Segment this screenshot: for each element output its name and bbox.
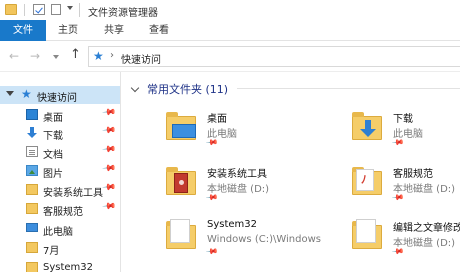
navigation-pane: ★ 快速访问 桌面 📌 下载 📌 文档 📌 图片 📌 安装系统工具 📌 客服规范… xyxy=(0,72,121,272)
folder-name: 下载 xyxy=(393,114,413,125)
section-title[interactable]: 常用文件夹 (11) xyxy=(147,81,228,97)
sidebar-item-desktop[interactable]: 桌面 📌 xyxy=(0,106,120,124)
desktop-screen-icon xyxy=(172,124,196,138)
document-page-icon xyxy=(170,219,190,243)
pdf-folder-icon: ﾉ xyxy=(346,161,386,199)
collapse-chevron-icon[interactable] xyxy=(130,83,140,93)
quick-access-star-icon: ★ xyxy=(21,87,32,101)
folder-tile-article-edits[interactable]: 编辑之文章修改 本地磁盘 (D:) 📌 xyxy=(346,215,460,267)
tab-view[interactable]: 查看 xyxy=(144,20,174,41)
new-folder-icon[interactable] xyxy=(51,4,61,15)
tab-home[interactable]: 主页 xyxy=(53,20,83,41)
sidebar-item-documents[interactable]: 文档 📌 xyxy=(0,143,120,161)
folder-tile-downloads[interactable]: 下载 此电脑 📌 xyxy=(346,106,460,158)
folder-location: 本地磁盘 (D:) xyxy=(393,184,456,195)
window-title: 文件资源管理器 xyxy=(88,8,158,19)
pin-icon[interactable]: 📌 xyxy=(101,200,116,215)
folder-location: 本地磁盘 (D:) xyxy=(207,184,270,195)
divider xyxy=(24,4,25,16)
red-package-folder-icon xyxy=(160,161,200,199)
folder-icon xyxy=(26,262,38,272)
folder-icon xyxy=(5,4,17,15)
folder-name: System32 xyxy=(207,219,258,230)
sidebar-item-label: 快速访问 xyxy=(37,93,77,104)
folder-icon xyxy=(26,184,38,195)
expand-caret-icon[interactable] xyxy=(6,91,14,96)
sidebar-item-pictures[interactable]: 图片 📌 xyxy=(0,162,120,180)
download-arrow-icon xyxy=(365,120,371,129)
folder-icon xyxy=(346,215,386,253)
sidebar-item-label: 此电脑 xyxy=(43,227,73,238)
up-arrow-icon[interactable]: ↑ xyxy=(70,48,81,62)
download-arrow-head xyxy=(360,129,376,137)
pdf-document-icon: ﾉ xyxy=(356,169,374,191)
pc-icon xyxy=(26,223,38,232)
navigation-bar: ← → ↑ ★ › 快速访问 xyxy=(0,41,460,72)
tab-file[interactable]: 文件 xyxy=(0,20,46,41)
tab-share[interactable]: 共享 xyxy=(99,20,129,41)
pin-icon[interactable]: 📌 xyxy=(101,143,116,158)
customize-toolbar-dropdown-icon[interactable] xyxy=(67,6,73,10)
sidebar-item-install-tools[interactable]: 安装系统工具 📌 xyxy=(0,181,120,199)
sidebar-item-label: 桌面 xyxy=(43,113,63,124)
pin-icon[interactable]: 📌 xyxy=(101,106,116,121)
sidebar-item-july[interactable]: 7月 xyxy=(0,239,120,257)
divider xyxy=(79,3,80,17)
forward-arrow-icon[interactable]: → xyxy=(30,49,40,63)
ribbon-tabs: 文件 主页 共享 查看 xyxy=(0,20,460,41)
package-icon xyxy=(174,173,188,193)
download-icon xyxy=(26,127,38,138)
sidebar-item-label: 客服规范 xyxy=(43,207,83,218)
folder-tile-system32[interactable]: System32 Windows (C:)\Windows 📌 xyxy=(160,215,321,267)
sidebar-item-label: 下载 xyxy=(43,131,63,142)
sidebar-item-label: 文档 xyxy=(43,150,63,161)
content-pane: 常用文件夹 (11) 桌面 此电脑 📌 下载 此电脑 📌 安装系统工具 本地磁盘… xyxy=(122,72,460,272)
sidebar-item-system32[interactable]: System32 xyxy=(0,259,120,272)
sidebar-item-service-rules[interactable]: 客服规范 📌 xyxy=(0,200,120,218)
folder-tile-service-rules[interactable]: ﾉ 客服规范 本地磁盘 (D:) 📌 xyxy=(346,161,460,213)
sidebar-item-label: 7月 xyxy=(43,246,60,257)
folder-tile-desktop[interactable]: 桌面 此电脑 📌 xyxy=(160,106,320,158)
sidebar-item-label: System32 xyxy=(43,262,94,272)
document-icon xyxy=(26,146,38,157)
pin-icon[interactable]: 📌 xyxy=(101,162,116,177)
properties-check-icon[interactable] xyxy=(33,4,45,15)
sidebar-item-label: 安装系统工具 xyxy=(43,188,103,199)
folder-tile-install-tools[interactable]: 安装系统工具 本地磁盘 (D:) 📌 xyxy=(160,161,320,213)
folder-icon xyxy=(160,215,200,253)
title-bar: 文件资源管理器 xyxy=(0,0,460,20)
sidebar-item-label: 图片 xyxy=(43,169,63,180)
desktop-folder-icon xyxy=(160,106,200,144)
download-folder-icon xyxy=(346,106,386,144)
folder-name: 编辑之文章修改 xyxy=(393,223,460,234)
sidebar-item-downloads[interactable]: 下载 📌 xyxy=(0,124,120,142)
sidebar-item-this-pc[interactable]: 此电脑 xyxy=(0,220,120,238)
quick-access-star-icon: ★ xyxy=(93,49,104,63)
folder-icon xyxy=(26,203,38,214)
folder-location: 本地磁盘 (D:) xyxy=(393,238,456,249)
desktop-icon xyxy=(26,109,38,120)
back-arrow-icon[interactable]: ← xyxy=(9,49,19,63)
folder-location: Windows (C:)\Windows xyxy=(207,234,321,245)
sidebar-item-quick-access[interactable]: ★ 快速访问 xyxy=(0,86,120,104)
chevron-right-icon[interactable]: › xyxy=(110,50,114,61)
address-path[interactable]: 快速访问 xyxy=(121,51,161,66)
pin-icon[interactable]: 📌 xyxy=(101,124,116,139)
recent-locations-dropdown-icon[interactable] xyxy=(53,55,59,59)
folder-icon xyxy=(26,242,38,253)
folder-name: 客服规范 xyxy=(393,169,433,180)
pin-icon: 📌 xyxy=(205,244,219,259)
folder-name: 桌面 xyxy=(207,114,227,125)
picture-icon xyxy=(26,165,38,176)
document-page-icon xyxy=(356,219,376,243)
folder-name: 安装系统工具 xyxy=(207,169,267,180)
address-bar[interactable]: ★ › 快速访问 xyxy=(88,46,460,67)
pin-icon[interactable]: 📌 xyxy=(101,181,116,196)
divider xyxy=(237,88,460,89)
